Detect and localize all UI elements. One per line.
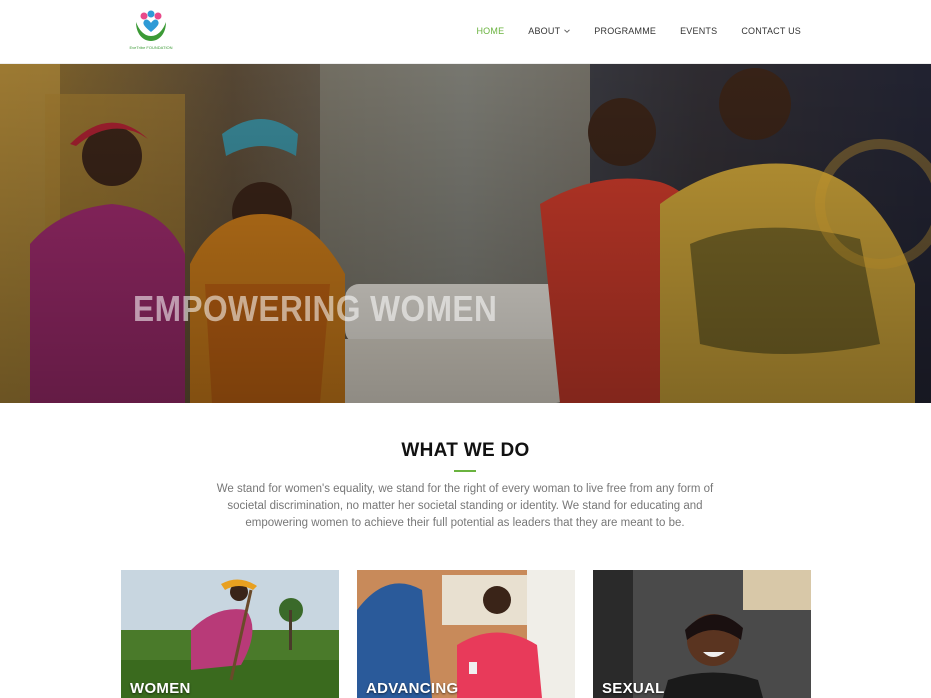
- program-card-sexual[interactable]: SEXUAL: [593, 570, 811, 698]
- foundation-logo[interactable]: EveTribe FOUNDATION: [128, 10, 174, 54]
- title-underline: [454, 470, 476, 472]
- nav-home[interactable]: HOME: [476, 26, 504, 36]
- nav-contact-label: CONTACT US: [741, 26, 801, 36]
- card-photo: [357, 570, 575, 698]
- section-title: WHAT WE DO: [401, 440, 530, 461]
- section-description: We stand for women's equality, we stand …: [216, 483, 714, 529]
- chevron-down-icon: [564, 29, 571, 33]
- card-label: SEXUAL: [602, 680, 665, 697]
- logo-text: EveTribe FOUNDATION: [129, 45, 173, 50]
- hero-banner: EMPOWERING WOMEN: [0, 64, 931, 403]
- card-photo: [593, 570, 811, 698]
- card-label: WOMEN: [130, 680, 191, 697]
- main-nav: HOME ABOUT PROGRAMME EVENTS CONTACT US: [476, 26, 801, 36]
- nav-contact-us[interactable]: CONTACT US: [741, 26, 801, 36]
- hero-title: EMPOWERING WOMEN: [133, 288, 498, 329]
- nav-home-label: HOME: [476, 26, 505, 36]
- card-label: ADVANCING: [366, 680, 459, 697]
- nav-events[interactable]: EVENTS: [680, 26, 717, 36]
- card-photo: [121, 570, 339, 698]
- site-header: EveTribe FOUNDATION HOME ABOUT PROGRAMME…: [0, 0, 931, 64]
- hands-heart-icon: [136, 10, 166, 41]
- hero-photo: [0, 64, 931, 403]
- nav-about-label: ABOUT: [528, 26, 561, 36]
- nav-events-label: EVENTS: [680, 26, 718, 36]
- nav-programme-label: PROGRAMME: [594, 26, 657, 36]
- program-card-advancing[interactable]: ADVANCING: [357, 570, 575, 698]
- nav-programme[interactable]: PROGRAMME: [594, 26, 656, 36]
- nav-about[interactable]: ABOUT: [528, 26, 571, 36]
- program-card-women[interactable]: WOMEN: [121, 570, 339, 698]
